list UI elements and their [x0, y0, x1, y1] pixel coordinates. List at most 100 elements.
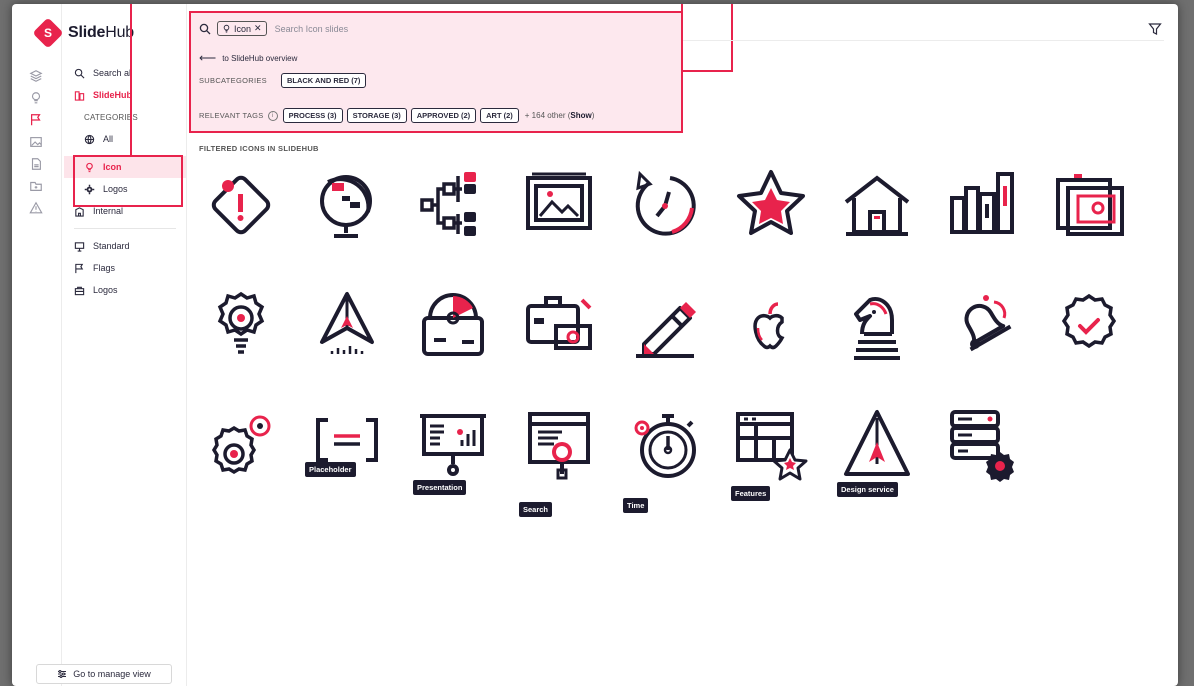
sidebar-item-slidehub[interactable]: SlideHub [64, 84, 186, 106]
icon-card[interactable]: Placeholder [305, 404, 387, 494]
tag-chip[interactable]: ART (2) [480, 108, 519, 123]
icon-card[interactable]: Time [623, 404, 705, 513]
section-title: FILTERED ICONS IN SLIDEHUB [199, 144, 319, 153]
back-link[interactable]: ⟵ to SlideHub overview [199, 51, 297, 65]
icon-card[interactable]: Search [519, 404, 599, 517]
sidebar-item-flags[interactable]: Flags [64, 257, 186, 279]
briefcase-money-icon [526, 296, 592, 350]
filter-panel: Icon ✕ Search Icon slides ⟵ to SlideHub … [189, 11, 683, 133]
tag-chip[interactable]: APPROVED (2) [410, 108, 477, 123]
categories-heading: CATEGORIES [64, 106, 186, 128]
warning-tag-icon [211, 175, 271, 235]
design-service-icon [844, 410, 910, 476]
flag-icon [74, 263, 85, 274]
house-icon [844, 175, 910, 236]
sidebar-item-label: Flags [93, 263, 116, 273]
icon-rail [12, 4, 62, 686]
bell-icon [964, 295, 1012, 352]
sidebar-item-logos-2[interactable]: Logos [64, 279, 186, 301]
icon-card[interactable] [943, 164, 1023, 254]
arrow-left-icon: ⟵ [199, 51, 217, 65]
icon-card[interactable] [837, 284, 917, 374]
tag-chip[interactable]: STORAGE (3) [346, 108, 407, 123]
relevant-tags-row: RELEVANT TAGS i PROCESS (3) STORAGE (3) … [199, 108, 594, 123]
flag-icon[interactable] [28, 112, 44, 128]
image-icon[interactable] [28, 134, 44, 150]
annotation-line-left [130, 4, 132, 155]
icon-card[interactable]: Design service [837, 404, 917, 497]
chess-knight-icon [854, 297, 900, 360]
sidebar-search[interactable]: Search al [64, 62, 186, 84]
image-frame-icon [526, 172, 592, 230]
books-icon [950, 172, 1014, 234]
icon-card[interactable] [1049, 284, 1129, 374]
document-icon[interactable] [28, 156, 44, 172]
show-more-link[interactable]: Show [570, 111, 591, 120]
marker-icon [636, 302, 696, 358]
lightbulb-icon[interactable] [28, 90, 44, 106]
warning-icon[interactable] [28, 200, 44, 216]
folder-icon[interactable] [28, 178, 44, 194]
annotation-line-right-2 [731, 4, 733, 72]
more-tags: + 164 other (Show) [525, 111, 595, 120]
sidebar-item-label: All [103, 134, 114, 144]
icon-card[interactable] [307, 164, 387, 254]
icon-card[interactable] [413, 164, 493, 254]
building-icon [74, 206, 85, 217]
building-icon [74, 90, 85, 101]
sidebar-divider [74, 228, 176, 229]
brand-logo[interactable]: S SlideHub [32, 17, 134, 49]
icon-card[interactable] [837, 164, 917, 254]
tag-chip[interactable]: PROCESS (3) [282, 108, 343, 123]
info-icon[interactable]: i [267, 110, 278, 121]
sidebar-item-label: Logos [93, 285, 118, 295]
icon-card[interactable] [625, 284, 705, 374]
features-icon [736, 412, 808, 481]
icon-card[interactable] [201, 164, 281, 254]
icon-card[interactable] [519, 284, 599, 374]
category-chip[interactable]: Icon ✕ [217, 21, 267, 36]
sidebar-search-label: Search al [93, 68, 132, 78]
icon-card[interactable]: Features [731, 404, 811, 501]
relevant-tags-label: RELEVANT TAGS [199, 111, 264, 120]
annotation-line-top [683, 70, 733, 72]
manage-view-label: Go to manage view [73, 669, 151, 679]
sidebar-item-all[interactable]: All [64, 128, 186, 150]
icon-label-badge: Design service [837, 482, 898, 497]
sidebar-root-label: SlideHub [93, 90, 133, 100]
icon-card[interactable]: Presentation [413, 404, 493, 495]
icon-card[interactable] [943, 284, 1023, 374]
star-icon [737, 170, 805, 235]
chip-close-icon[interactable]: ✕ [254, 23, 262, 34]
annotation-box-categories [73, 155, 183, 207]
icon-card[interactable] [413, 284, 493, 374]
search-icon [74, 68, 85, 79]
icon-card[interactable] [201, 284, 281, 374]
clock-refresh-icon [635, 170, 696, 236]
back-link-label: to SlideHub overview [222, 53, 298, 63]
icon-card[interactable] [943, 404, 1023, 494]
sidebar-item-label: Standard [93, 241, 130, 251]
subcategories-label: SUBCATEGORIES [199, 76, 267, 85]
icon-card[interactable] [1049, 164, 1129, 254]
gears-icon [211, 415, 271, 475]
search-icon [199, 23, 211, 34]
manage-view-button[interactable]: Go to manage view [36, 664, 172, 684]
more-tags-suffix: ) [591, 111, 595, 120]
icon-card[interactable] [519, 164, 599, 254]
layers-icon[interactable] [28, 68, 44, 84]
search-input[interactable]: Search Icon slides [275, 24, 349, 34]
subcategory-tag[interactable]: BLACK AND RED (7) [280, 73, 367, 88]
stopwatch-icon [634, 414, 696, 478]
logo-mark: S [32, 17, 64, 49]
icon-card[interactable] [731, 164, 811, 254]
sidebar-item-standard[interactable]: Standard [64, 235, 186, 257]
search-bar[interactable]: Icon ✕ Search Icon slides [199, 21, 348, 36]
chip-label: Icon [234, 23, 252, 34]
icon-card[interactable] [307, 284, 387, 374]
icon-card[interactable] [731, 284, 811, 374]
filter-icon[interactable] [1148, 22, 1162, 36]
paper-plane-icon [320, 292, 374, 354]
icon-card[interactable] [201, 404, 281, 494]
icon-card[interactable] [625, 164, 705, 254]
